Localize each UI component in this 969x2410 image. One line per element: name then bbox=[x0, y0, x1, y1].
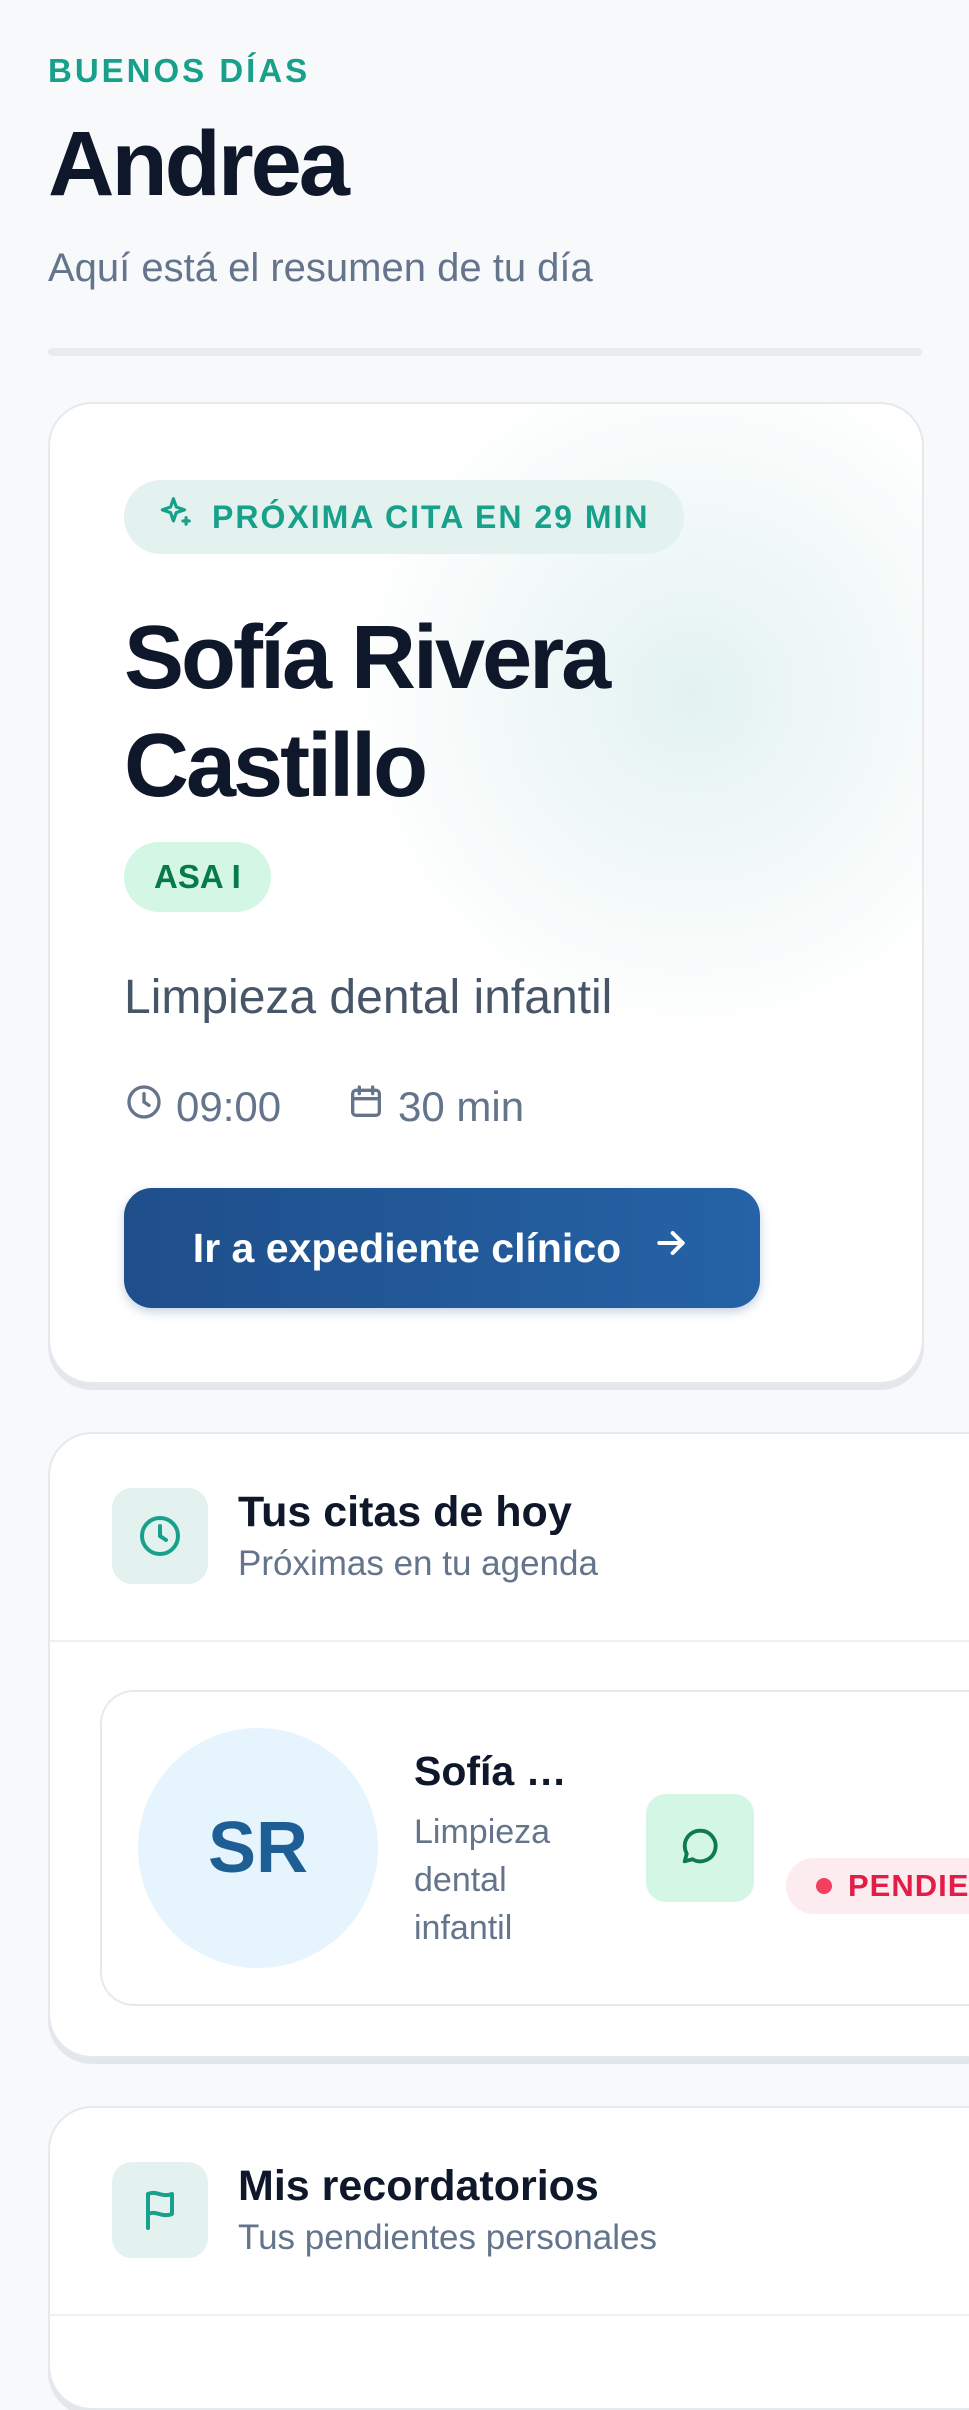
cta-label: Ir a expediente clínico bbox=[192, 1224, 622, 1271]
avatar: SR bbox=[138, 1728, 378, 1968]
appointment-procedure: Limpieza dental infantil bbox=[414, 1813, 551, 1947]
today-appointments-header: Tus citas de hoy Próximas en tu agenda bbox=[50, 1434, 969, 1642]
clock-icon bbox=[124, 1082, 164, 1132]
header-divider bbox=[48, 348, 922, 356]
reminders-header: Mis recordatorios Tus pendientes persona… bbox=[50, 2108, 969, 2316]
calendar-icon bbox=[346, 1082, 386, 1132]
arrow-right-icon bbox=[651, 1223, 691, 1273]
greeting-eyebrow: BUENOS DÍAS bbox=[48, 52, 311, 89]
message-button[interactable] bbox=[646, 1794, 754, 1902]
chat-icon bbox=[677, 1823, 723, 1874]
appointment-duration: 30 min bbox=[346, 1082, 524, 1132]
clock-icon bbox=[112, 1488, 208, 1584]
today-appointments-title: Tus citas de hoy bbox=[238, 1488, 572, 1536]
next-appointment-card: PRÓXIMA CITA EN 29 MIN Sofía Rivera Cast… bbox=[48, 402, 924, 1384]
open-clinical-record-button[interactable]: Ir a expediente clínico bbox=[124, 1188, 760, 1308]
reminders-subtitle: Tus pendientes personales bbox=[238, 2218, 657, 2257]
today-appointments-subtitle: Próximas en tu agenda bbox=[238, 1544, 598, 1583]
status-dot bbox=[816, 1878, 832, 1894]
greeting-subtitle: Aquí está el resumen de tu día bbox=[48, 246, 593, 290]
greeting-name: Andrea bbox=[48, 113, 350, 215]
flag-icon bbox=[112, 2162, 208, 2258]
status-label: PENDIENTE bbox=[848, 1868, 969, 1903]
appointment-patient-name: Sofía Rivera Castillo bbox=[414, 1748, 584, 1794]
reminders-card: Mis recordatorios Tus pendientes persona… bbox=[48, 2106, 969, 2410]
status-badge: PENDIENTE bbox=[786, 1858, 969, 1914]
reminders-title: Mis recordatorios bbox=[238, 2162, 599, 2210]
asa-badge: ASA I bbox=[124, 842, 271, 912]
appointment-row[interactable]: SR Sofía Rivera Castillo Limpieza dental… bbox=[100, 1690, 969, 2006]
appointment-time: 09:00 bbox=[124, 1082, 281, 1132]
next-procedure: Limpieza dental infantil bbox=[124, 971, 613, 1024]
sparkle-icon bbox=[156, 494, 194, 540]
today-appointments-card: Tus citas de hoy Próximas en tu agenda S… bbox=[48, 1432, 969, 2058]
appointment-duration-value: 30 min bbox=[398, 1083, 525, 1130]
next-appointment-badge-label: PRÓXIMA CITA EN 29 MIN bbox=[212, 498, 650, 535]
next-patient-name: Sofía Rivera Castillo bbox=[124, 608, 611, 816]
next-appointment-badge: PRÓXIMA CITA EN 29 MIN bbox=[124, 480, 684, 554]
appointment-time-value: 09:00 bbox=[176, 1083, 282, 1130]
